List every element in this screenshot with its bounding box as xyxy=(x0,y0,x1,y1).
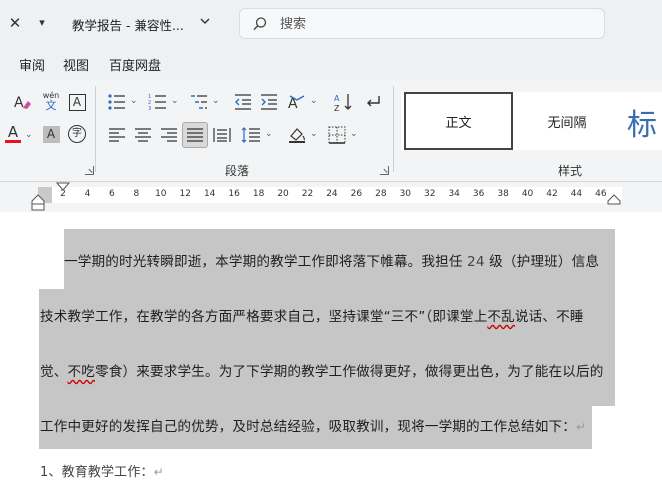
paragraph-line[interactable]: 一学期的时光转瞬即逝，本学期的教学工作即将落下帷幕。我担任 24 级（护理班）信… xyxy=(64,250,599,270)
hanging-indent-marker[interactable] xyxy=(31,194,45,211)
svg-text:Z: Z xyxy=(334,104,340,112)
ruler-tick-label: 16 xyxy=(228,189,240,199)
character-border-button[interactable]: A xyxy=(66,91,88,113)
tab-view[interactable]: 视图 xyxy=(63,55,89,74)
chinese-layout-dropdown-icon[interactable]: ⌄ xyxy=(310,96,318,106)
ruler-tick-label: 20 xyxy=(277,189,289,199)
style-normal-label: 正文 xyxy=(445,115,472,131)
phonetic-guide-button[interactable]: wén 文 xyxy=(40,90,62,112)
character-shading-label: A xyxy=(42,125,60,143)
multilevel-list-button[interactable] xyxy=(188,91,210,113)
paragraph-group-label: 段落 xyxy=(225,164,250,178)
ruler-tick-label: 26 xyxy=(350,189,363,199)
svg-text:A: A xyxy=(334,94,340,103)
group-separator xyxy=(95,86,96,172)
clear-formatting-button[interactable]: A xyxy=(12,91,34,113)
close-icon[interactable]: ✕ xyxy=(6,14,24,32)
ruler-tick-label: 14 xyxy=(203,189,216,199)
paragraph-dialog-launcher-icon[interactable] xyxy=(380,166,389,175)
borders-dropdown-icon[interactable]: ⌄ xyxy=(350,129,358,139)
ruler-tick-label: 28 xyxy=(375,189,387,199)
enclosed-character-label: 字 xyxy=(68,125,86,143)
svg-text:3: 3 xyxy=(148,106,151,111)
ruler-tick-label: 24 xyxy=(326,189,338,199)
ruler-tick-label: 36 xyxy=(472,189,485,199)
font-dialog-launcher-icon[interactable] xyxy=(85,166,94,175)
paragraph-line[interactable]: 觉、不吃零食）来要求学生。为了下学期的教学工作做得更好，做得更出色，为了能在以后… xyxy=(40,360,604,380)
line-spacing-dropdown-icon[interactable]: ⌄ xyxy=(265,129,273,139)
bullets-dropdown-icon[interactable]: ⌄ xyxy=(130,96,138,106)
ruler-tick-label: 46 xyxy=(595,189,607,199)
align-right-button[interactable] xyxy=(158,124,180,146)
first-line-indent-marker[interactable] xyxy=(56,182,70,194)
ruler-tick-label: 4 xyxy=(84,189,91,199)
multilevel-list-dropdown-icon[interactable]: ⌄ xyxy=(212,96,220,106)
distributed-button[interactable] xyxy=(211,124,233,146)
search-box[interactable] xyxy=(239,8,605,39)
show-paragraph-marks-button[interactable] xyxy=(362,91,384,113)
style-heading-1[interactable]: 标 xyxy=(627,100,657,144)
character-border-label: A xyxy=(68,93,86,111)
align-left-button[interactable] xyxy=(106,124,128,146)
svg-text:A: A xyxy=(14,95,24,111)
paragraph-line[interactable]: 技术教学工作，在教学的各方面严格要求自己，坚持课堂“三不”（即课堂上不乱说话、不… xyxy=(40,305,584,325)
menu-bar: 审阅 视图 百度网盘 xyxy=(0,48,662,80)
shading-dropdown-icon[interactable]: ⌄ xyxy=(310,129,318,139)
ruler-tick-label: 32 xyxy=(424,189,436,199)
style-no-spacing-label: 无间隔 xyxy=(547,115,587,131)
paragraph-mark: ↵ xyxy=(153,465,164,479)
increase-indent-button[interactable] xyxy=(258,91,280,113)
document-page[interactable]: 一学期的时光转瞬即逝，本学期的教学工作即将落下帷幕。我担任 24 级（护理班）信… xyxy=(0,212,662,497)
shading-button[interactable] xyxy=(286,124,308,146)
ruler-tick-label: 42 xyxy=(546,189,558,199)
paragraph-line[interactable]: 工作中更好的发挥自己的优势，及时总结经验，吸取教训，现将一学期的工作总结如下：↵ xyxy=(40,415,586,435)
ruler-tick-label: 22 xyxy=(301,189,314,199)
tab-review[interactable]: 审阅 xyxy=(19,55,45,74)
font-color-label: A xyxy=(7,123,19,141)
styles-group-label: 样式 xyxy=(558,164,583,178)
ruler-tick-label: 40 xyxy=(521,189,534,199)
style-no-spacing[interactable]: 无间隔 xyxy=(513,92,621,150)
sort-button[interactable]: AZ xyxy=(332,91,354,113)
ruler-tick-label: 18 xyxy=(252,189,265,199)
search-icon xyxy=(252,16,268,32)
ribbon: A wén 文 A A ⌄ A 字 ⌄ 123 ⌄ ⌄ A ⌄ AZ ⌄ ⌄ ⌄… xyxy=(0,80,662,182)
font-color-button[interactable]: A xyxy=(2,123,24,145)
bullets-button[interactable] xyxy=(106,91,128,113)
document-title[interactable]: 教学报告 - 兼容性... xyxy=(72,15,184,34)
line-spacing-button[interactable] xyxy=(240,124,262,146)
title-bar: ✕ ▾ 教学报告 - 兼容性... xyxy=(0,0,662,48)
character-shading-button[interactable]: A xyxy=(40,123,62,145)
ruler-tick-label: 12 xyxy=(179,189,191,199)
horizontal-ruler[interactable]: 2 4 6 8 10 12 14 16 18 20 22 24 26 28 30 32 34 36 38 40 42 44… xyxy=(0,182,662,212)
quick-access-dropdown-icon[interactable]: ▾ xyxy=(34,14,50,32)
decrease-indent-button[interactable] xyxy=(232,91,254,113)
numbering-button[interactable]: 123 xyxy=(147,91,169,113)
ruler-tick-label: 38 xyxy=(497,189,509,199)
enclosed-character-button[interactable]: 字 xyxy=(66,123,88,145)
chevron-down-icon[interactable] xyxy=(199,14,211,32)
search-input[interactable] xyxy=(280,14,580,34)
ruler-tick-label: 6 xyxy=(109,189,115,199)
ruler-tick-label: 30 xyxy=(399,189,412,199)
numbering-dropdown-icon[interactable]: ⌄ xyxy=(171,96,179,106)
phonetic-guide-char: 文 xyxy=(45,98,57,112)
ruler-tick-label: 44 xyxy=(570,189,583,199)
justify-button[interactable] xyxy=(182,122,208,148)
tab-baidu-netdisk[interactable]: 百度网盘 xyxy=(109,55,161,74)
heading-line[interactable]: 1、教育教学工作：↵ xyxy=(40,461,164,480)
align-center-button[interactable] xyxy=(132,124,154,146)
right-indent-marker[interactable] xyxy=(607,194,621,205)
style-normal[interactable]: 正文 xyxy=(404,92,513,150)
font-color-dropdown-icon[interactable]: ⌄ xyxy=(25,130,33,140)
ruler-tick-label: 10 xyxy=(155,189,167,199)
styles-gallery: 正文 无间隔 标 xyxy=(401,92,662,150)
ruler-tick-label: 8 xyxy=(133,189,140,199)
paragraph-mark: ↵ xyxy=(576,420,587,434)
chinese-layout-button[interactable]: A xyxy=(286,91,308,113)
ruler-tick-label: 34 xyxy=(448,189,460,199)
group-separator xyxy=(393,86,394,172)
font-color-bar xyxy=(5,140,21,143)
borders-button[interactable] xyxy=(326,124,348,146)
